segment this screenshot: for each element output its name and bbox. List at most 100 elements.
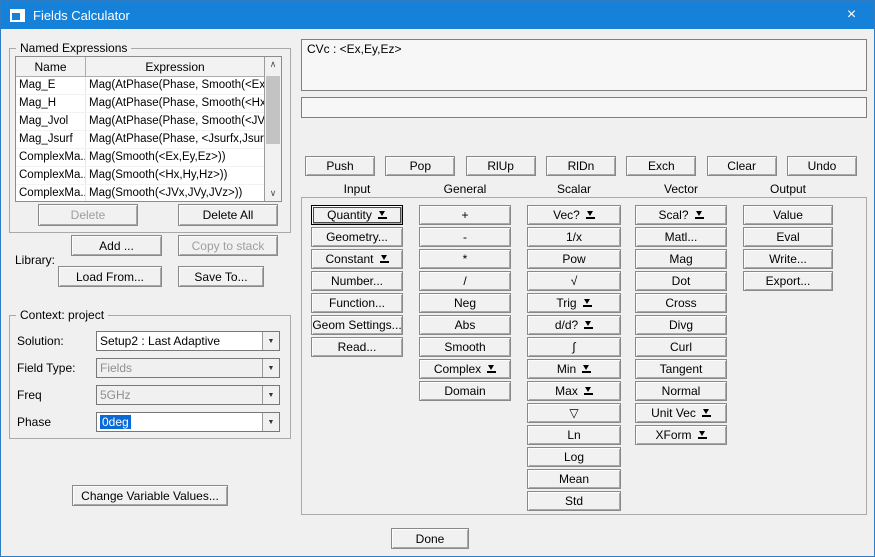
log-button[interactable]: Log [527,447,621,467]
plus-button[interactable]: + [419,205,511,225]
mean-button[interactable]: Mean [527,469,621,489]
quantity-button[interactable]: Quantity [311,205,403,225]
constant-button[interactable]: Constant [311,249,403,269]
expression-row[interactable]: Mag_JvolMag(AtPhase(Phase, Smooth(<JVx,J… [16,113,264,131]
dropdown-arrow-icon [695,211,704,219]
clear-button[interactable]: Clear [707,156,777,176]
pop-button[interactable]: Pop [385,156,455,176]
integral-button[interactable]: ∫ [527,337,621,357]
button-label: ▽ [569,406,578,420]
unit-vec-button[interactable]: Unit Vec [635,403,727,423]
undo-button[interactable]: Undo [787,156,857,176]
expression-value-cell: Mag(Smooth(<Hx,Hy,Hz>)) [86,167,264,184]
button-label: Vec? [553,208,580,222]
solution-select[interactable]: Setup2 : Last Adaptive ▼ [96,331,280,351]
one-over-x-button[interactable]: 1/x [527,227,621,247]
trig-button[interactable]: Trig [527,293,621,313]
chevron-down-icon[interactable]: ▼ [262,332,279,350]
button-label: Number... [331,274,383,288]
scrollbar-thumb[interactable] [266,76,280,144]
normal-button[interactable]: Normal [635,381,727,401]
delete-all-button[interactable]: Delete All [178,204,278,226]
max-button[interactable]: Max [527,381,621,401]
button-label: Cross [665,296,696,310]
xform-button[interactable]: XForm [635,425,727,445]
load-from-button[interactable]: Load From... [58,266,162,287]
number-button[interactable]: Number... [311,271,403,291]
field-type-select: Fields ▼ [96,358,280,378]
function-button[interactable]: Function... [311,293,403,313]
pow-button[interactable]: Pow [527,249,621,269]
scroll-up-icon[interactable]: ∧ [265,57,281,72]
change-variable-values-button[interactable]: Change Variable Values... [72,485,228,506]
button-label: Domain [444,384,485,398]
write-button[interactable]: Write... [743,249,833,269]
rlup-button[interactable]: RlUp [466,156,536,176]
button-label: Matl... [665,230,698,244]
derivative-button[interactable]: d/d? [527,315,621,335]
expression-row[interactable]: ComplexMa...Mag(Smooth(<JVx,JVy,JVz>)) [16,185,264,201]
rldn-button[interactable]: RlDn [546,156,616,176]
done-button[interactable]: Done [391,528,469,549]
eval-button[interactable]: Eval [743,227,833,247]
multiply-button[interactable]: * [419,249,511,269]
value-button[interactable]: Value [743,205,833,225]
tangent-button[interactable]: Tangent [635,359,727,379]
close-button[interactable]: × [829,1,874,29]
table-scrollbar[interactable]: ∧ ∨ [264,57,281,201]
phase-value: 0deg [100,415,131,429]
dropdown-arrow-icon [584,321,593,329]
expression-row[interactable]: ComplexMa...Mag(Smooth(<Hx,Hy,Hz>)) [16,167,264,185]
exch-button[interactable]: Exch [626,156,696,176]
button-label: / [463,274,466,288]
delete-button[interactable]: Delete [38,204,138,226]
read-button[interactable]: Read... [311,337,403,357]
close-icon: × [847,6,856,24]
scal-button[interactable]: Scal? [635,205,727,225]
column-header-name[interactable]: Name [16,57,86,76]
grad-button[interactable]: ▽ [527,403,621,423]
expression-row[interactable]: ComplexMa...Mag(Smooth(<Ex,Ey,Ez>)) [16,149,264,167]
cross-button[interactable]: Cross [635,293,727,313]
expression-row[interactable]: Mag_HMag(AtPhase(Phase, Smooth(<Hx,H... [16,95,264,113]
matl-button[interactable]: Matl... [635,227,727,247]
min-button[interactable]: Min [527,359,621,379]
smooth-button[interactable]: Smooth [419,337,511,357]
scroll-down-icon[interactable]: ∨ [265,186,281,201]
abs-button[interactable]: Abs [419,315,511,335]
std-button[interactable]: Std [527,491,621,511]
dot-button[interactable]: Dot [635,271,727,291]
geom-settings-button[interactable]: Geom Settings... [311,315,403,335]
save-to-button[interactable]: Save To... [178,266,264,287]
domain-button[interactable]: Domain [419,381,511,401]
button-label: ∫ [572,340,575,354]
sqrt-button[interactable]: √ [527,271,621,291]
expression-row[interactable]: Mag_EMag(AtPhase(Phase, Smooth(<Ex,E... [16,77,264,95]
add-button[interactable]: Add ... [71,235,162,256]
minus-button[interactable]: - [419,227,511,247]
chevron-down-icon[interactable]: ▼ [262,413,279,431]
chevron-down-icon: ▼ [262,359,279,377]
phase-select[interactable]: 0deg ▼ [96,412,280,432]
geometry-button[interactable]: Geometry... [311,227,403,247]
freq-label: Freq [17,385,42,405]
expression-value-cell: Mag(AtPhase(Phase, Smooth(<Ex,E... [86,77,264,94]
expression-value-cell: Mag(AtPhase(Phase, <Jsurfx,Jsurfy,J... [86,131,264,148]
complex-button[interactable]: Complex [419,359,511,379]
copy-to-stack-button[interactable]: Copy to stack [178,235,278,256]
button-label: √ [571,274,578,288]
curl-button[interactable]: Curl [635,337,727,357]
button-label: Neg [454,296,476,310]
neg-button[interactable]: Neg [419,293,511,313]
push-button[interactable]: Push [305,156,375,176]
divide-button[interactable]: / [419,271,511,291]
export-button[interactable]: Export... [743,271,833,291]
mag-button[interactable]: Mag [635,249,727,269]
column-header-expression[interactable]: Expression [86,57,264,76]
title-bar[interactable]: Fields Calculator × [1,1,874,29]
ln-button[interactable]: Ln [527,425,621,445]
expression-row[interactable]: Mag_JsurfMag(AtPhase(Phase, <Jsurfx,Jsur… [16,131,264,149]
vec-button[interactable]: Vec? [527,205,621,225]
divg-button[interactable]: Divg [635,315,727,335]
button-label: Divg [669,318,693,332]
